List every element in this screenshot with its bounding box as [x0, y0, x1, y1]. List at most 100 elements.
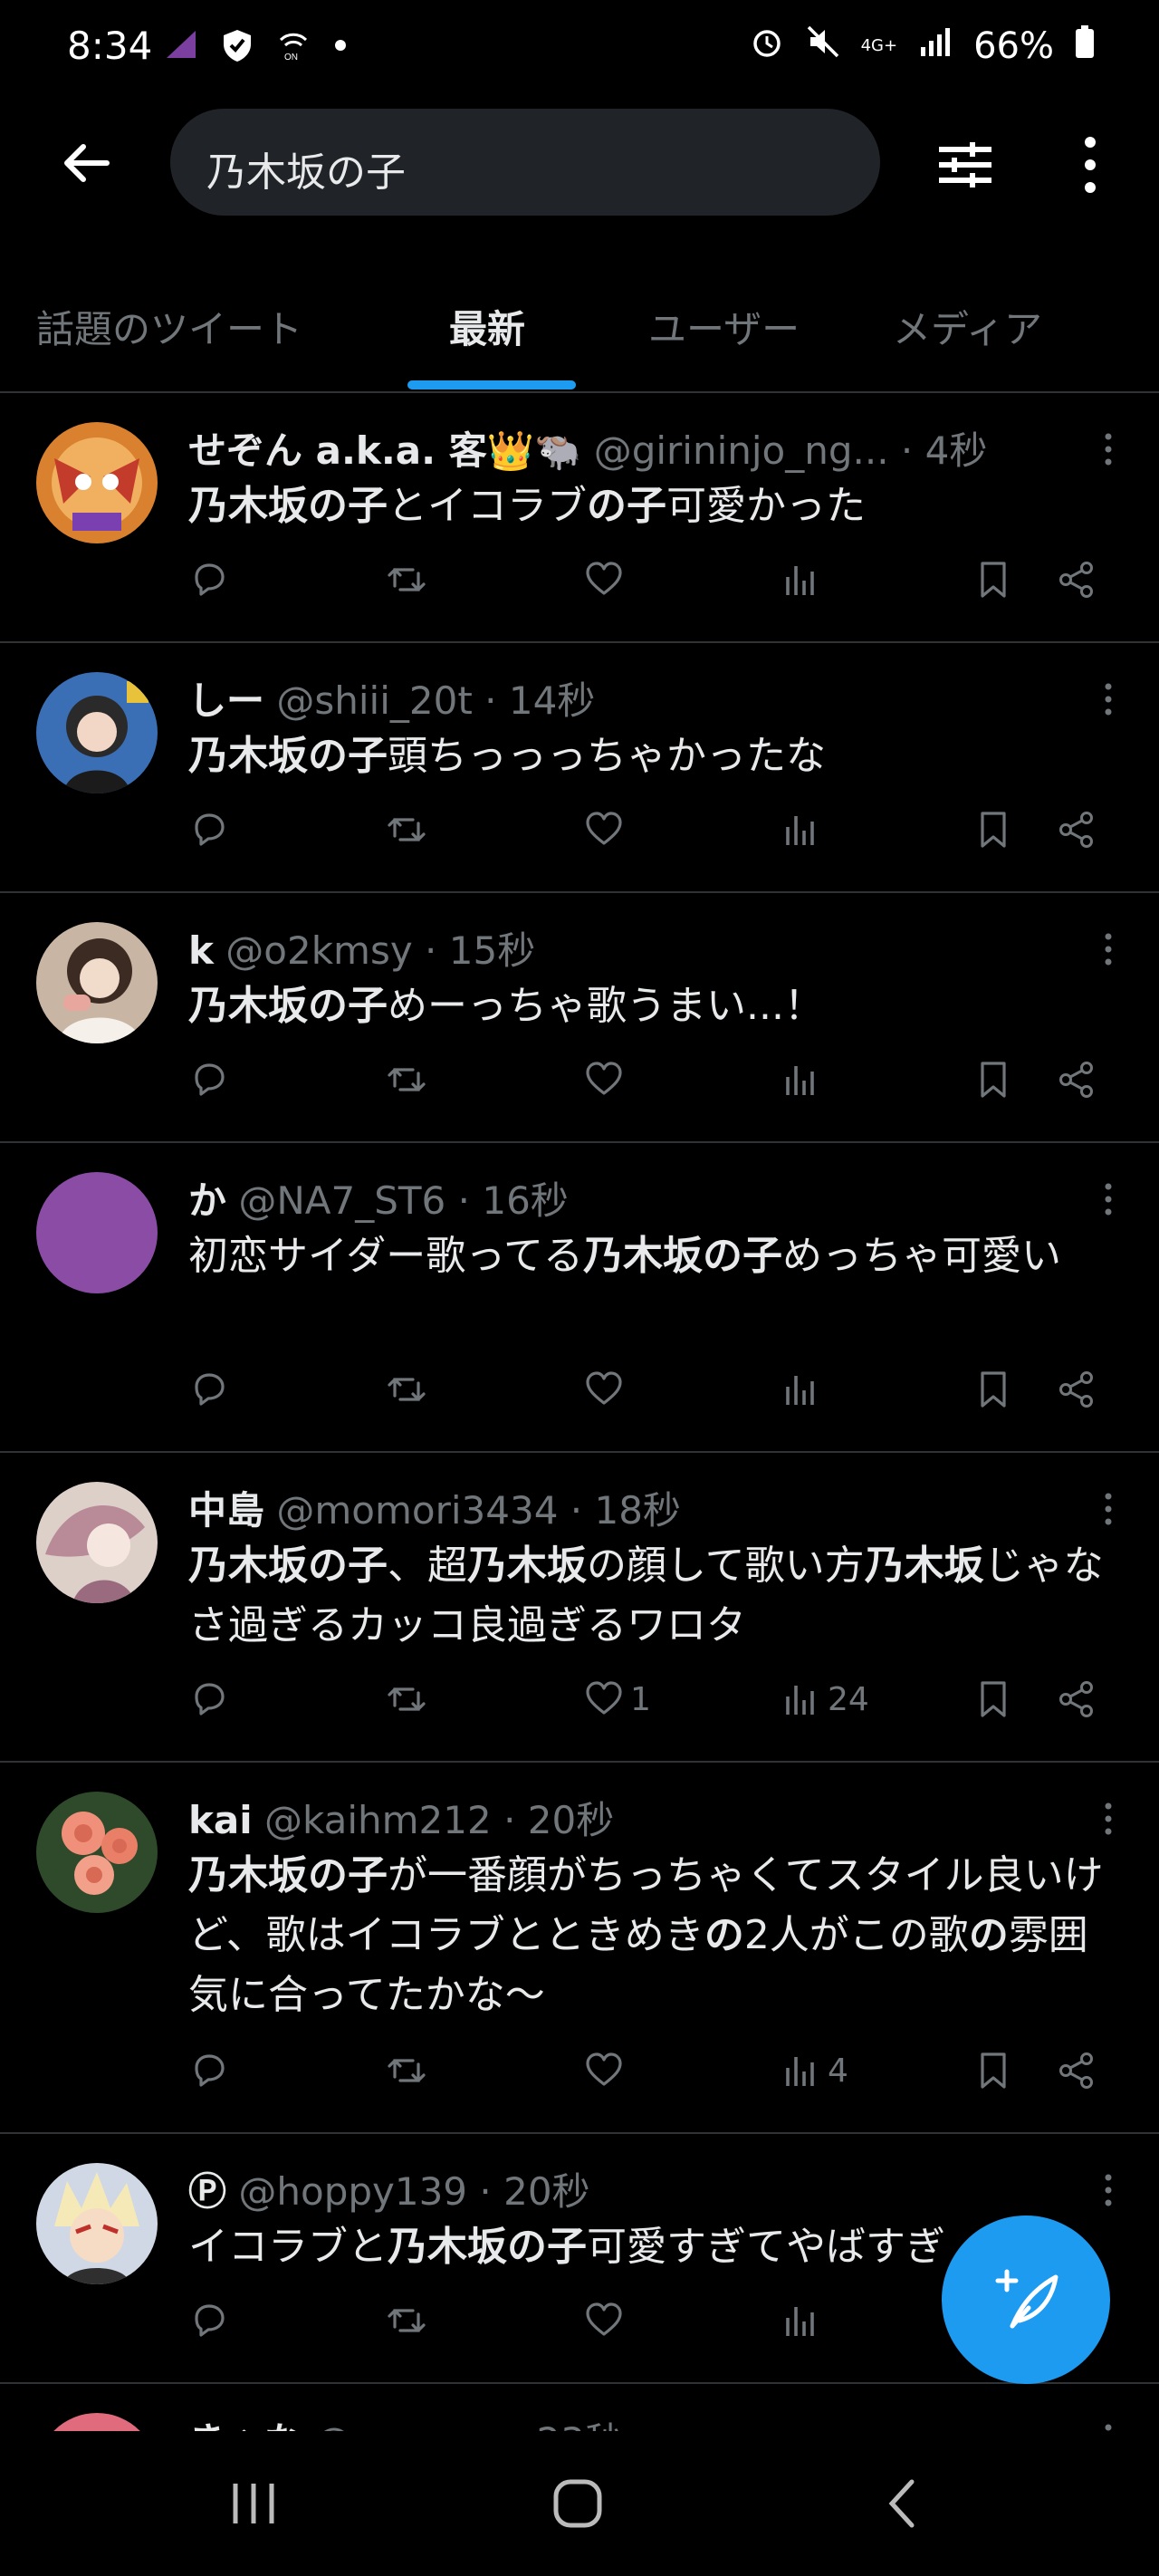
tweet-more-button[interactable]: [1090, 1181, 1126, 1217]
back-button[interactable]: [51, 127, 123, 199]
like-button[interactable]: [583, 803, 630, 857]
tweet-more-button[interactable]: [1090, 431, 1126, 467]
recent-apps-button[interactable]: [208, 2467, 299, 2540]
avatar[interactable]: [36, 1172, 158, 1293]
bookmark-button[interactable]: [972, 803, 1014, 857]
avatar[interactable]: [36, 672, 158, 793]
author-name[interactable]: k: [188, 928, 214, 973]
reply-button[interactable]: [188, 1362, 235, 1417]
author-name[interactable]: 中島: [188, 1488, 264, 1533]
author-name[interactable]: せぞん a.k.a. 客👑🐃: [188, 428, 581, 473]
tweet-item[interactable]: kai @kaihm212 · 20秒 乃木坂の子が一番顔がちっちゃくてスタイル良…: [0, 1763, 1159, 2134]
author-handle[interactable]: @o2kmsy: [225, 928, 412, 973]
tweet-time: · 16秒: [457, 1178, 569, 1223]
share-button[interactable]: [1056, 1672, 1097, 1726]
tab-people[interactable]: ユーザー: [648, 299, 800, 354]
tweet-more-button[interactable]: [1090, 1491, 1126, 1527]
author-name[interactable]: Ⓟ: [188, 2169, 226, 2214]
tab-top[interactable]: 話題のツイート: [36, 299, 302, 354]
tweet-item[interactable]: しー @shiii_20t · 14秒 乃木坂の子頭ちっっっちゃかったな: [0, 643, 1159, 893]
avatar[interactable]: [36, 1482, 158, 1603]
avatar[interactable]: [36, 2163, 158, 2284]
author-handle[interactable]: @girininjo_ng...: [594, 428, 889, 473]
author-handle[interactable]: @hoppy139: [238, 2169, 467, 2214]
tweet-item[interactable]: k @o2kmsy · 15秒 乃木坂の子めーっちゃ歌うまい...！: [0, 893, 1159, 1143]
compose-tweet-button[interactable]: [942, 2216, 1110, 2384]
avatar[interactable]: [36, 1792, 158, 1913]
views-button[interactable]: 24: [781, 1672, 869, 1726]
tab-latest[interactable]: 最新: [449, 299, 525, 354]
tweet-text-segment: めっちゃ可愛い: [782, 1233, 1062, 1279]
retweet-button[interactable]: [386, 553, 433, 607]
share-button[interactable]: [1056, 2043, 1097, 2098]
search-filter-button[interactable]: [927, 127, 1003, 203]
like-button[interactable]: [583, 2293, 630, 2348]
share-icon: [1059, 562, 1093, 598]
author-name[interactable]: しー: [188, 678, 264, 723]
retweet-icon: [388, 568, 426, 591]
bookmark-button[interactable]: [972, 1053, 1014, 1107]
arrow-left-icon: [64, 144, 110, 182]
tweet-item[interactable]: か @NA7_ST6 · 16秒 初恋サイダー歌ってる乃木坂の子めっちゃ可愛い: [0, 1143, 1159, 1453]
bookmark-button[interactable]: [972, 1672, 1014, 1726]
views-button[interactable]: [781, 2293, 828, 2348]
tweet-more-button[interactable]: [1090, 931, 1126, 967]
home-button[interactable]: [532, 2467, 623, 2540]
views-button[interactable]: 4: [781, 2043, 848, 2098]
bookmark-button[interactable]: [972, 2043, 1014, 2098]
reply-button[interactable]: [188, 803, 235, 857]
analytics-icon: [786, 566, 814, 595]
like-button[interactable]: 1: [583, 1672, 651, 1726]
author-handle[interactable]: @momori3434: [276, 1488, 558, 1533]
tweet-text-segment: 可愛かった: [666, 483, 866, 529]
like-button[interactable]: [583, 553, 630, 607]
views-button[interactable]: [781, 1362, 828, 1417]
share-button[interactable]: [1056, 1053, 1097, 1107]
share-button[interactable]: [1056, 553, 1097, 607]
reply-icon: [195, 1683, 225, 1716]
author-handle[interactable]: @NA7_ST6: [238, 1178, 445, 1223]
reply-button[interactable]: [188, 2293, 235, 2348]
retweet-button[interactable]: [386, 1672, 433, 1726]
more-options-button[interactable]: [1061, 127, 1119, 203]
bookmark-button[interactable]: [972, 1362, 1014, 1417]
author-handle[interactable]: @shiii_20t: [276, 678, 472, 723]
reply-button[interactable]: [188, 553, 235, 607]
views-button[interactable]: [781, 553, 828, 607]
retweet-button[interactable]: [386, 803, 433, 857]
retweet-button[interactable]: [386, 1362, 433, 1417]
system-back-button[interactable]: [857, 2467, 947, 2540]
reply-button[interactable]: [188, 1053, 235, 1107]
share-button[interactable]: [1056, 1362, 1097, 1417]
bookmark-button[interactable]: [972, 553, 1014, 607]
reply-button[interactable]: [188, 1672, 235, 1726]
tweet-item[interactable]: 中島 @momori3434 · 18秒 乃木坂の子、超乃木坂の顔して歌い方乃木坂…: [0, 1453, 1159, 1763]
heart-icon: [586, 1062, 622, 1095]
share-button[interactable]: [1056, 803, 1097, 857]
like-button[interactable]: [583, 1053, 630, 1107]
tweet-item[interactable]: きゃな @m_cano · 23秒: [0, 2384, 1159, 2534]
retweet-button[interactable]: [386, 1053, 433, 1107]
tab-media[interactable]: メディア: [893, 299, 1042, 354]
share-icon: [1059, 812, 1093, 848]
views-button[interactable]: [781, 1053, 828, 1107]
search-input[interactable]: 乃木坂の子: [170, 109, 880, 216]
tweet-more-button[interactable]: [1090, 1801, 1126, 1837]
tweet-text: 乃木坂の子、超乃木坂の顔して歌い方乃木坂じゃなさ過ぎるカッコ良過ぎるワロタ: [188, 1536, 1121, 1656]
reply-button[interactable]: [188, 2043, 235, 2098]
avatar[interactable]: [36, 922, 158, 1043]
tweet-more-button[interactable]: [1090, 2172, 1126, 2208]
search-query: 乃木坂の子: [206, 149, 406, 196]
retweet-button[interactable]: [386, 2043, 433, 2098]
tweet-more-button[interactable]: [1090, 681, 1126, 717]
like-button[interactable]: [583, 2043, 630, 2098]
like-button[interactable]: [583, 1362, 630, 1417]
tweet-item[interactable]: せぞん a.k.a. 客👑🐃 @girininjo_ng... · 4秒 乃木坂の…: [0, 393, 1159, 643]
retweet-button[interactable]: [386, 2293, 433, 2348]
avatar[interactable]: [36, 422, 158, 543]
author-name[interactable]: か: [188, 1178, 226, 1223]
author-handle[interactable]: @kaihm212: [264, 1798, 492, 1842]
views-button[interactable]: [781, 803, 828, 857]
author-name[interactable]: kai: [188, 1798, 253, 1842]
tweet-text: 乃木坂の子めーっちゃ歌うまい...！: [188, 976, 1121, 1036]
